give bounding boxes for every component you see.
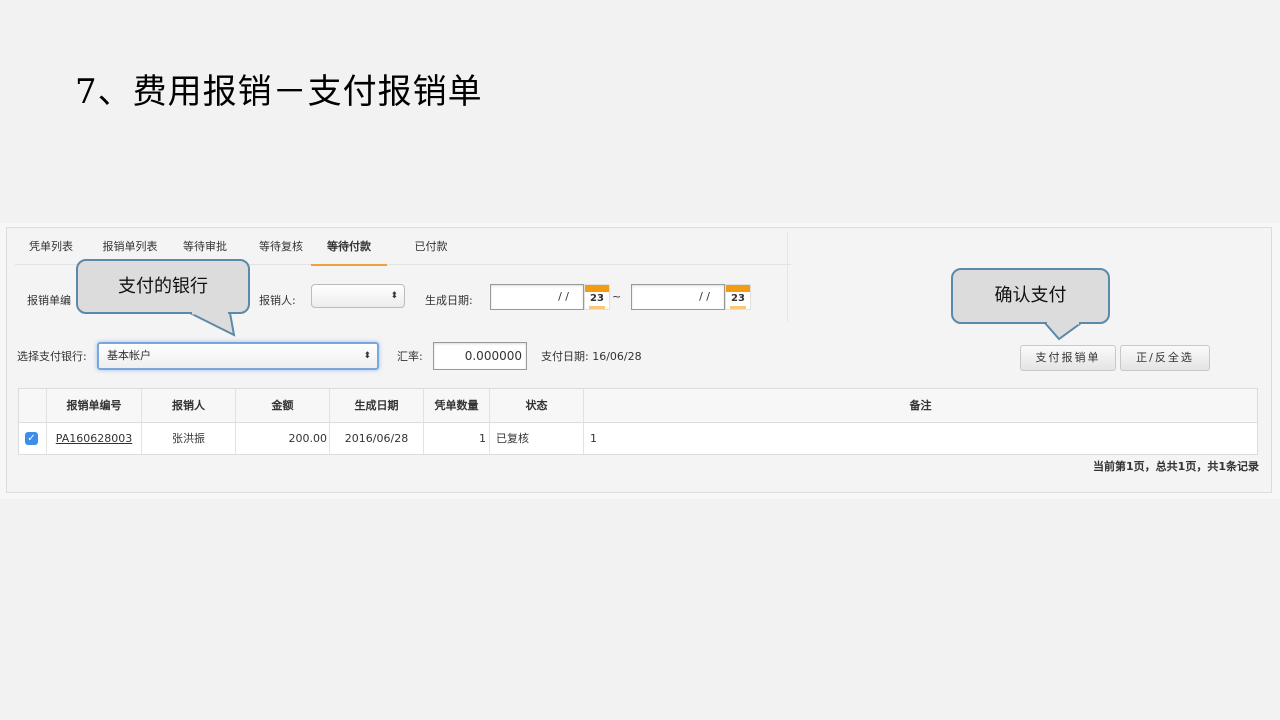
date-from-input[interactable]: / / xyxy=(490,284,584,310)
updown-arrow-icon: ⬍ xyxy=(363,351,371,361)
updown-arrow-icon: ⬍ xyxy=(390,291,398,301)
pay-expense-button[interactable]: 支付报销单 xyxy=(1020,345,1116,371)
date-to-input[interactable]: / / xyxy=(631,284,725,310)
header-cell: 金额 xyxy=(236,389,330,422)
reimburser-select[interactable]: ⬍ xyxy=(311,284,405,308)
amount-cell: 200.00 xyxy=(236,422,330,455)
table-header: 报销单编号 报销人 金额 生成日期 凭单数量 状态 备注 xyxy=(19,389,1257,423)
callout-bank-text: 支付的银行 xyxy=(118,276,208,297)
divider xyxy=(787,232,788,322)
note-cell: 1 xyxy=(590,432,597,445)
exchange-rate-input[interactable]: 0.000000 xyxy=(433,342,527,370)
callout-bank: 支付的银行 xyxy=(76,259,250,337)
date-cell: 2016/06/28 xyxy=(330,422,424,455)
tab-voucher-list[interactable]: 凭单列表 xyxy=(21,234,81,264)
expense-no-label: 报销单编 xyxy=(27,294,71,307)
created-date-label: 生成日期: xyxy=(425,294,473,307)
callout-confirm-text: 确认支付 xyxy=(994,285,1067,306)
calendar-icon[interactable]: 23 xyxy=(584,284,610,310)
table-row: ✓ PA160628003 张洪振 200.00 2016/06/28 1 已复… xyxy=(19,422,1257,455)
callout-confirm: 确认支付 xyxy=(951,268,1110,341)
header-checkbox-col xyxy=(19,389,47,422)
header-cell: 报销人 xyxy=(142,389,236,422)
bank-label: 选择支付银行: xyxy=(17,350,87,363)
pay-date-label: 支付日期: 16/06/28 xyxy=(541,348,642,364)
status-cell: 已复核 xyxy=(490,422,584,455)
slide-title: 7、费用报销－支付报销单 xyxy=(75,72,483,112)
reimburser-label: 报销人: xyxy=(259,294,296,307)
pagination-info: 当前第1页，总共1页，共1条记录 xyxy=(1093,460,1259,473)
header-cell: 报销单编号 xyxy=(47,389,142,422)
date-separator: ~ xyxy=(612,290,622,303)
expense-no-link[interactable]: PA160628003 xyxy=(56,432,132,445)
header-cell: 凭单数量 xyxy=(424,389,490,422)
rate-label: 汇率: xyxy=(397,350,423,363)
pay-date-value: 16/06/28 xyxy=(592,350,642,363)
toggle-select-all-button[interactable]: 正/反全选 xyxy=(1120,345,1210,371)
callout-pointer-icon xyxy=(189,311,236,337)
bank-select-value: 基本帐户 xyxy=(107,349,151,362)
tab-awaiting-review[interactable]: 等待复核 xyxy=(251,234,311,264)
expense-no-cell: PA160628003 xyxy=(47,422,142,455)
tab-awaiting-payment[interactable]: 等待付款 xyxy=(311,234,387,266)
callout-pointer-icon xyxy=(1042,321,1085,341)
row-checkbox-cell: ✓ xyxy=(19,422,47,455)
row-checkbox[interactable]: ✓ xyxy=(25,432,38,445)
bank-select[interactable]: 基本帐户 ⬍ xyxy=(97,342,379,370)
tab-paid[interactable]: 已付款 xyxy=(401,234,461,264)
pay-date-label-text: 支付日期: xyxy=(541,350,589,363)
expense-table: 报销单编号 报销人 金额 生成日期 凭单数量 状态 备注 ✓ PA1606280… xyxy=(18,388,1258,455)
header-cell: 状态 xyxy=(490,389,584,422)
person-cell: 张洪振 xyxy=(142,422,236,455)
calendar-icon[interactable]: 23 xyxy=(725,284,751,310)
header-cell: 生成日期 xyxy=(330,389,424,422)
header-cell: 备注 xyxy=(909,399,932,412)
count-cell: 1 xyxy=(424,422,490,455)
